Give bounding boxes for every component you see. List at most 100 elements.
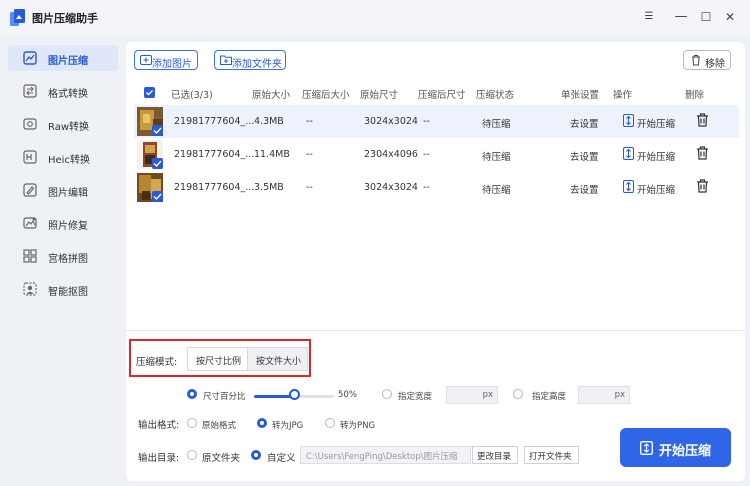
maximize-button[interactable]: ☐ <box>698 8 714 26</box>
raw-icon <box>23 118 37 130</box>
sidebar-item-image-compress[interactable]: 图片压缩 <box>8 45 118 71</box>
row-checkbox[interactable] <box>152 158 163 169</box>
settings-link[interactable]: 去设置 <box>570 182 599 196</box>
sidebar-item-raw[interactable]: Raw转换 <box>8 111 118 137</box>
format-convert-icon <box>23 84 37 98</box>
status: 待压缩 <box>482 185 511 196</box>
format-png-label: 转为PNG <box>340 421 376 431</box>
sidebar-item-cutout[interactable]: 智能抠图 <box>8 276 118 302</box>
dir-custom-label: 自定义 <box>267 453 296 464</box>
start-compress-link[interactable]: 开始压缩 <box>637 182 675 196</box>
status: 待压缩 <box>482 152 511 163</box>
header-comp-size: 压缩后大小 <box>302 90 350 101</box>
app-title: 图片压缩助手 <box>32 12 98 25</box>
output-path-input[interactable]: C:\Users\FengPing\Desktop\图片压缩 <box>300 446 471 464</box>
image-thumbnail <box>137 140 163 169</box>
check-icon <box>153 127 162 135</box>
orig-size: 3.5MB <box>254 182 284 193</box>
sidebar-item-format-convert[interactable]: 格式转换 <box>8 78 118 104</box>
comp-dim: -- <box>423 182 430 193</box>
comp-size: -- <box>306 149 313 160</box>
sidebar-item-label: 宫格拼图 <box>48 254 88 265</box>
row-checkbox[interactable] <box>152 125 163 136</box>
dir-custom-radio[interactable] <box>251 450 261 460</box>
table-row[interactable]: 21981777604_... 4.3MB -- 3024x3024 -- 待压… <box>134 105 739 138</box>
mode-tab-label: 按文件大小 <box>256 357 302 367</box>
settings-link[interactable]: 去设置 <box>570 149 599 163</box>
width-input[interactable]: px <box>446 386 498 404</box>
start-compress-button[interactable]: 开始压缩 <box>620 428 731 467</box>
header-status: 压缩状态 <box>476 90 515 101</box>
add-folder-button[interactable]: 添加文件夹 <box>214 50 286 70</box>
header-delete: 删除 <box>685 90 705 101</box>
remove-label: 移除 <box>705 59 725 70</box>
size-percent-value: 50% <box>338 390 357 400</box>
slider-fill <box>254 395 294 398</box>
change-dir-button[interactable]: 更改目录 <box>472 446 518 464</box>
table-row[interactable]: 21981777604_... 3.5MB -- 3024x3024 -- 待压… <box>134 171 739 204</box>
slider-handle[interactable] <box>289 389 300 400</box>
add-image-button[interactable]: 添加图片 <box>134 50 198 70</box>
app-logo-icon <box>10 9 25 26</box>
comp-size: -- <box>306 116 313 127</box>
dir-original-label: 原文件夹 <box>202 453 241 464</box>
edit-icon <box>23 183 37 197</box>
format-jpg-radio[interactable] <box>257 418 267 428</box>
delete-row-icon[interactable] <box>696 146 709 160</box>
row-checkbox[interactable] <box>152 191 163 202</box>
sidebar-item-label: 图片编辑 <box>48 188 88 199</box>
delete-row-icon[interactable] <box>696 113 709 127</box>
orig-size: 4.3MB <box>254 116 284 127</box>
image-thumbnail <box>137 107 163 136</box>
sidebar-item-label: 图片压缩 <box>48 56 88 67</box>
sidebar-item-grid[interactable]: 宫格拼图 <box>8 243 118 269</box>
header-orig-size: 原始大小 <box>252 90 291 101</box>
minimize-button[interactable]: — <box>673 8 689 26</box>
open-folder-button[interactable]: 打开文件夹 <box>524 446 579 464</box>
trash-icon <box>692 55 700 66</box>
height-input[interactable]: px <box>578 386 630 404</box>
start-compress-link[interactable]: 开始压缩 <box>637 149 675 163</box>
format-png-radio[interactable] <box>325 418 335 428</box>
sidebar-item-edit[interactable]: 图片编辑 <box>8 177 118 203</box>
dir-original-radio[interactable] <box>187 450 197 460</box>
remove-button[interactable]: 移除 <box>683 50 731 70</box>
mode-tab-label: 按尺寸比例 <box>196 357 242 367</box>
fixed-height-label: 指定高度 <box>532 392 567 402</box>
delete-row-icon[interactable] <box>696 179 709 193</box>
orig-size: 11.4MB <box>254 149 290 160</box>
header-single-settings: 单张设置 <box>561 90 600 101</box>
status: 待压缩 <box>482 119 511 130</box>
size-percent-radio[interactable] <box>187 389 197 399</box>
check-icon <box>153 193 162 201</box>
image-compress-icon <box>23 51 37 65</box>
format-original-radio[interactable] <box>187 418 197 428</box>
mode-tab-by-ratio[interactable]: 按尺寸比例 <box>187 347 248 371</box>
fixed-width-radio[interactable] <box>382 389 392 399</box>
settings-link[interactable]: 去设置 <box>570 116 599 130</box>
table-row[interactable]: 21981777604_... 11.4MB -- 2304x4096 -- 待… <box>134 138 739 171</box>
compress-action-icon <box>623 180 634 193</box>
fixed-height-radio[interactable] <box>513 389 523 399</box>
check-icon <box>153 160 162 168</box>
add-folder-icon <box>220 55 232 65</box>
sidebar-item-label: Heic转换 <box>48 155 90 166</box>
sidebar-item-label: 照片修复 <box>48 221 88 232</box>
grid-icon <box>23 249 37 263</box>
add-image-icon <box>140 55 152 65</box>
sidebar-item-heic[interactable]: Heic转换 <box>8 144 118 170</box>
menu-icon[interactable]: ☰ <box>641 8 657 26</box>
check-icon <box>146 90 153 96</box>
mode-tab-by-size[interactable]: 按文件大小 <box>247 347 308 371</box>
compress-icon <box>640 441 653 455</box>
close-button[interactable]: ✕ <box>722 8 738 26</box>
sidebar-item-label: 智能抠图 <box>48 287 88 298</box>
file-name: 21981777604_... <box>174 116 255 127</box>
select-all-checkbox[interactable] <box>144 87 155 98</box>
main-panel: 添加图片 添加文件夹 移除 已选(3/3) 原始大小 压缩后大小 原始尺寸 压缩… <box>126 42 745 481</box>
start-compress-link[interactable]: 开始压缩 <box>637 116 675 130</box>
format-original-label: 原始格式 <box>202 421 237 431</box>
sidebar-item-repair[interactable]: 照片修复 <box>8 210 118 236</box>
size-percent-label: 尺寸百分比 <box>203 392 246 402</box>
px-unit: px <box>614 390 625 400</box>
